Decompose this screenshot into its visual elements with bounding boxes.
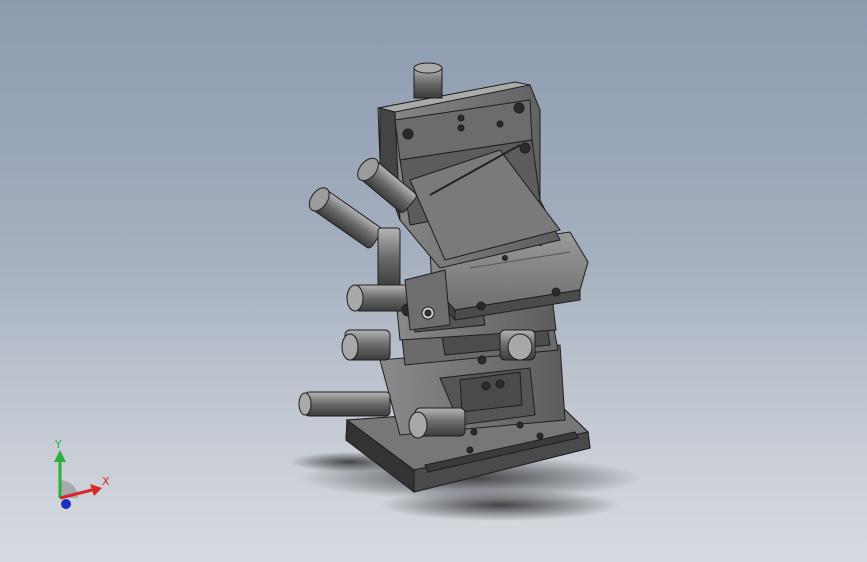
micrometer-knob-lower-right[interactable] — [408, 407, 466, 439]
x-axis-label: X — [102, 475, 110, 488]
graphics-viewport[interactable]: Y X — [0, 0, 867, 562]
clamp-arm[interactable] — [404, 269, 451, 331]
z-axis-dot-icon — [61, 499, 71, 509]
y-axis-label: Y — [54, 440, 62, 451]
top-post[interactable] — [413, 62, 443, 99]
micrometer-knob-lower-left[interactable] — [298, 391, 391, 417]
micrometer-knob-upper-left[interactable] — [305, 184, 384, 250]
coordinate-triad: Y X — [54, 440, 110, 509]
micrometer-knob-right[interactable] — [499, 329, 536, 361]
3d-model-view[interactable] — [0, 0, 867, 562]
y-axis-arrowhead-icon — [54, 450, 66, 462]
micrometer-knob-vertical[interactable] — [377, 227, 401, 289]
micrometer-knob-mid-left[interactable] — [346, 284, 415, 317]
micrometer-knob-center[interactable] — [341, 329, 391, 361]
tilt-stage-upper[interactable] — [377, 81, 561, 269]
